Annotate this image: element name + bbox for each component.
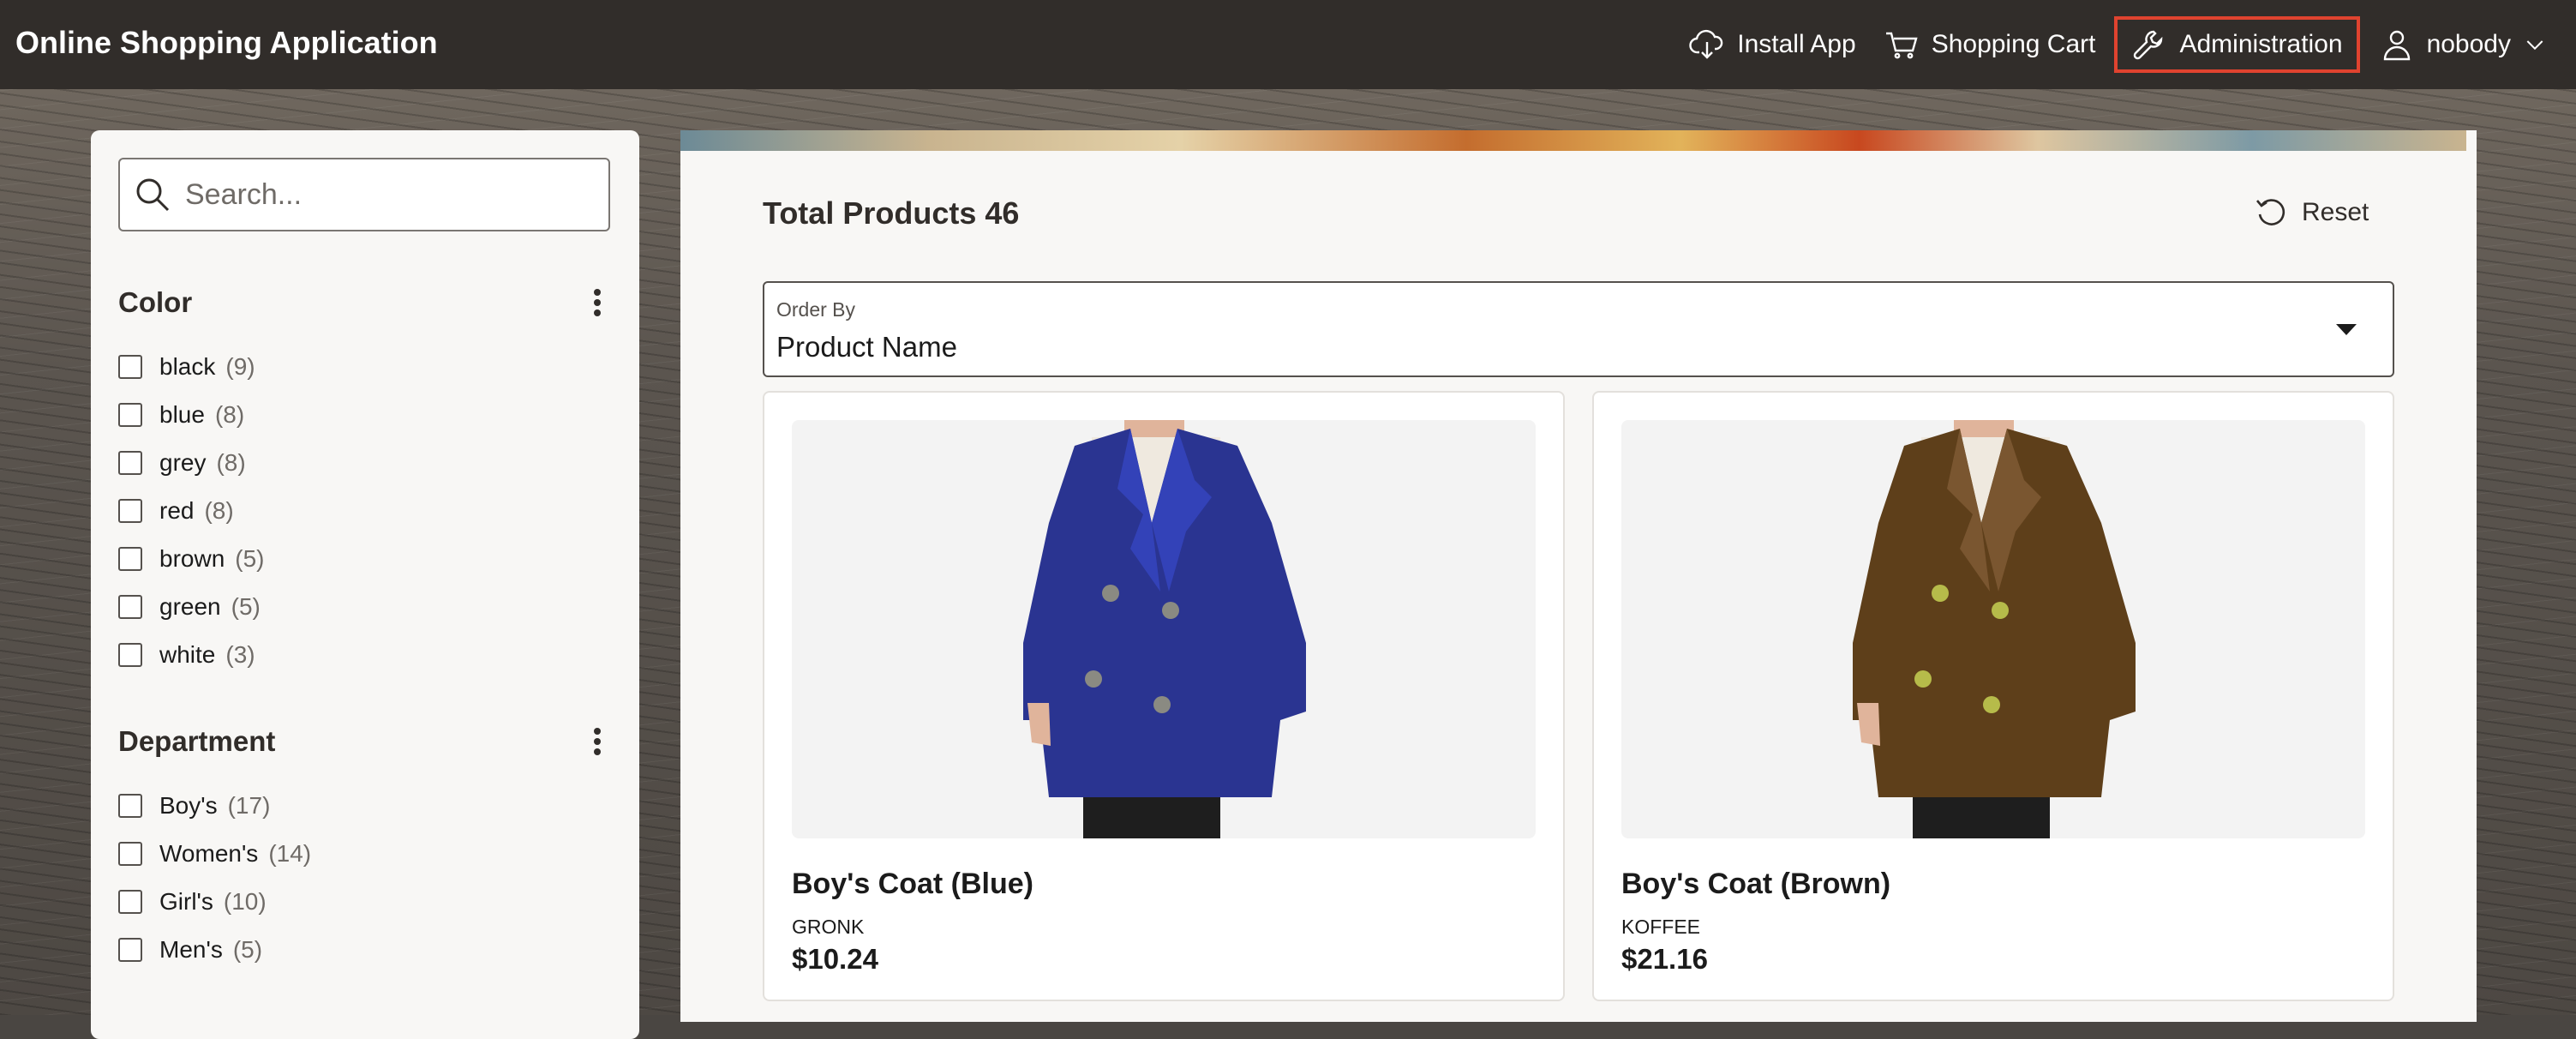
wrench-icon: [2134, 30, 2163, 60]
facet-option[interactable]: brown (5): [118, 535, 610, 583]
facet-option[interactable]: grey (8): [118, 439, 610, 487]
more-options-icon[interactable]: [584, 285, 610, 320]
user-name: nobody: [2426, 30, 2511, 58]
option-label: Women's: [159, 840, 259, 867]
administration-button[interactable]: Administration: [2114, 16, 2360, 73]
option-count: (5): [235, 545, 265, 572]
facet-option[interactable]: white (3): [118, 631, 610, 679]
product-name[interactable]: Boy's Coat (Brown): [1621, 868, 1890, 901]
user-icon: [2383, 30, 2410, 61]
total-products-heading: Total Products 46: [763, 195, 1019, 231]
administration-label: Administration: [2179, 30, 2343, 58]
search-input[interactable]: [183, 177, 598, 213]
cloud-download-icon: [1689, 29, 1723, 59]
option-count: (5): [232, 936, 263, 963]
option-label: Girl's: [159, 888, 213, 915]
reset-button[interactable]: Reset: [2254, 195, 2369, 230]
option-count: (3): [225, 641, 255, 668]
product-card[interactable]: Boy's Coat (Brown) KOFFEE $21.16: [1592, 391, 2394, 1001]
option-label: Men's: [159, 936, 223, 963]
option-count: (17): [227, 792, 271, 819]
checkbox[interactable]: [118, 355, 142, 379]
caret-down-icon: [2336, 324, 2357, 335]
coat-illustration: [1853, 420, 2136, 838]
order-by-select[interactable]: Order By Product Name: [763, 281, 2394, 377]
checkbox[interactable]: [118, 890, 142, 914]
facet-option[interactable]: black (9): [118, 343, 610, 391]
facet-option[interactable]: Women's (14): [118, 830, 610, 878]
option-label: grey: [159, 449, 207, 476]
order-by-label: Order By: [776, 298, 856, 321]
app-title[interactable]: Online Shopping Application: [15, 0, 438, 89]
facet-option[interactable]: Boy's (17): [118, 782, 610, 830]
option-label: white: [159, 641, 216, 668]
color-facet-list: black (9) blue (8) grey (8) red (8) brown (5)…: [118, 343, 610, 679]
facet-option[interactable]: red (8): [118, 487, 610, 535]
department-facet-list: Boy's (17) Women's (14) Girl's (10) Men's (5…: [118, 782, 610, 974]
search-icon: [136, 178, 170, 212]
chevron-down-icon: [2526, 40, 2543, 51]
facet-panel: Color black (9) blue (8) grey (8) red (8) br…: [91, 130, 639, 1039]
checkbox[interactable]: [118, 547, 142, 571]
header-nav: Install App Shopping Cart Administration…: [1675, 0, 2576, 89]
option-count: (14): [268, 840, 312, 867]
facet-option[interactable]: green (5): [118, 583, 610, 631]
top-header: Online Shopping Application Install App …: [0, 0, 2576, 89]
total-products-count: 46: [985, 195, 1020, 231]
reset-label: Reset: [2302, 198, 2369, 226]
product-card[interactable]: Boy's Coat (Blue) GRONK $10.24: [763, 391, 1565, 1001]
shopping-cart-label: Shopping Cart: [1931, 30, 2096, 58]
checkbox[interactable]: [118, 643, 142, 667]
product-price: $21.16: [1621, 943, 1708, 975]
option-count: (5): [231, 593, 261, 620]
option-label: Boy's: [159, 792, 218, 819]
option-count: (8): [204, 497, 234, 524]
product-price: $10.24: [792, 943, 878, 975]
product-image[interactable]: [1621, 420, 2365, 838]
total-products-label: Total Products: [763, 195, 977, 231]
facet-title: Department: [118, 725, 276, 757]
option-count: (8): [216, 449, 246, 476]
product-brand: KOFFEE: [1621, 916, 1701, 938]
user-menu-button[interactable]: nobody: [2365, 16, 2576, 73]
facet-option[interactable]: Girl's (10): [118, 878, 610, 926]
reset-icon: [2256, 199, 2285, 225]
checkbox[interactable]: [118, 451, 142, 475]
product-brand: GRONK: [792, 916, 865, 938]
facet-option[interactable]: blue (8): [118, 391, 610, 439]
facet-option[interactable]: Men's (5): [118, 926, 610, 974]
facet-header-color: Color: [118, 281, 610, 324]
facet-title: Color: [118, 286, 193, 318]
install-app-button[interactable]: Install App: [1675, 16, 1869, 73]
cart-icon: [1885, 32, 1918, 59]
coat-illustration: [1023, 420, 1306, 838]
more-options-icon[interactable]: [584, 724, 610, 759]
checkbox[interactable]: [118, 938, 142, 962]
option-count: (9): [225, 353, 255, 380]
option-label: red: [159, 497, 195, 524]
checkbox[interactable]: [118, 403, 142, 427]
option-count: (10): [223, 888, 267, 915]
shopping-cart-button[interactable]: Shopping Cart: [1870, 16, 2110, 73]
option-label: black: [159, 353, 216, 380]
order-by-value: Product Name: [776, 331, 957, 363]
install-app-label: Install App: [1737, 30, 1856, 58]
option-label: brown: [159, 545, 225, 572]
option-label: green: [159, 593, 221, 620]
facet-header-department: Department: [118, 720, 610, 763]
checkbox[interactable]: [118, 842, 142, 866]
checkbox[interactable]: [118, 595, 142, 619]
option-count: (8): [214, 401, 245, 428]
decorative-banner: [680, 130, 2466, 151]
checkbox[interactable]: [118, 794, 142, 818]
checkbox[interactable]: [118, 499, 142, 523]
product-image[interactable]: [792, 420, 1536, 838]
search-box[interactable]: [118, 158, 610, 231]
product-name[interactable]: Boy's Coat (Blue): [792, 868, 1033, 901]
option-label: blue: [159, 401, 205, 428]
